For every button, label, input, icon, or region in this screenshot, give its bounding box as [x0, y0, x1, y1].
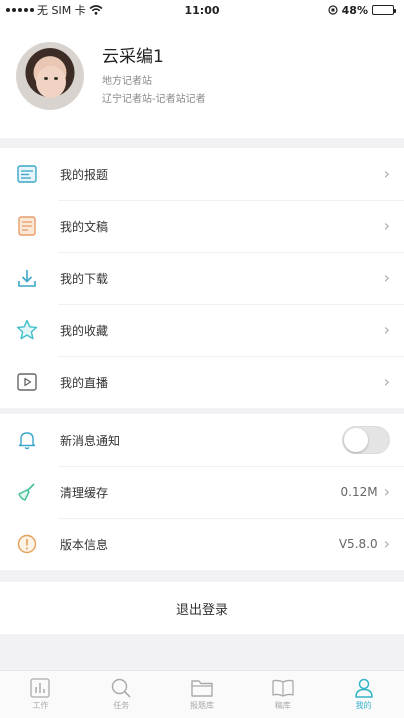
chevron-right-icon: › [383, 320, 390, 339]
info-icon [16, 533, 38, 555]
cache-size: 0.12M [340, 485, 378, 499]
book-icon [271, 676, 295, 700]
tab-tasks[interactable]: 任务 [81, 671, 162, 718]
folder-icon [190, 676, 214, 700]
version-number: V5.8.0 [338, 537, 378, 551]
user-role: 辽宁记者站-记者站记者 [102, 94, 206, 105]
status-bar: 无 SIM 卡 11:00 48% [0, 0, 404, 20]
tab-label: 我的 [355, 701, 372, 710]
menu-item-notifications: 新消息通知 [0, 414, 404, 466]
signal-icon [6, 8, 34, 12]
tab-mine[interactable]: 我的 [323, 671, 404, 718]
menu-label: 我的文稿 [60, 219, 109, 234]
wifi-icon [89, 5, 103, 15]
profile-header[interactable]: 云采编1 地方记者站 辽宁记者站-记者站记者 [0, 20, 404, 138]
tab-bar: 工作 任务 报题库 稿库 我的 [0, 670, 404, 718]
menu-item-my-live[interactable]: 我的直播 › [0, 356, 404, 408]
tab-label: 任务 [113, 701, 130, 710]
user-name: 云采编1 [102, 47, 164, 67]
menu-label: 我的收藏 [60, 323, 109, 338]
tab-work[interactable]: 工作 [0, 671, 81, 718]
toggle-knob [344, 428, 368, 452]
download-icon [16, 267, 38, 289]
bell-icon [16, 429, 38, 451]
star-icon [16, 319, 38, 341]
menu-label: 我的直播 [60, 375, 109, 390]
topic-icon [16, 163, 38, 185]
chevron-right-icon: › [383, 216, 390, 235]
tab-label: 工作 [32, 701, 49, 710]
search-icon [110, 676, 132, 700]
user-icon [353, 676, 375, 700]
logout-button[interactable]: 退出登录 [0, 582, 404, 634]
tab-manuscript-library[interactable]: 稿库 [242, 671, 323, 718]
menu-item-my-topics[interactable]: 我的报题 › [0, 148, 404, 200]
settings-menu: 新消息通知 清理缓存 0.12M › 版本信息 V5.8.0 › [0, 414, 404, 570]
broom-icon [16, 481, 38, 503]
battery-icon [372, 5, 396, 15]
primary-menu: 我的报题 › 我的文稿 › 我的下载 › 我的收藏 › 我的直播 › [0, 148, 404, 408]
menu-item-clear-cache[interactable]: 清理缓存 0.12M › [0, 466, 404, 518]
carrier-label: 无 SIM 卡 [37, 4, 86, 17]
tab-topic-library[interactable]: 报题库 [162, 671, 243, 718]
avatar[interactable] [16, 42, 84, 110]
chevron-right-icon: › [383, 534, 390, 553]
chevron-right-icon: › [383, 372, 390, 391]
menu-item-my-favorites[interactable]: 我的收藏 › [0, 304, 404, 356]
tab-label: 报题库 [189, 701, 214, 710]
notification-toggle[interactable] [342, 426, 390, 454]
orientation-lock-icon [328, 5, 338, 15]
tab-label: 稿库 [274, 701, 291, 710]
user-organization: 地方记者站 [102, 76, 152, 87]
menu-item-my-downloads[interactable]: 我的下载 › [0, 252, 404, 304]
menu-label: 我的下载 [60, 271, 109, 286]
battery-percent: 48% [341, 3, 368, 17]
menu-item-my-manuscripts[interactable]: 我的文稿 › [0, 200, 404, 252]
menu-label: 清理缓存 [60, 485, 109, 500]
document-icon [16, 215, 38, 237]
chart-icon [29, 676, 51, 700]
chevron-right-icon: › [383, 482, 390, 501]
menu-item-version-info[interactable]: 版本信息 V5.8.0 › [0, 518, 404, 570]
live-icon [16, 371, 38, 393]
chevron-right-icon: › [383, 268, 390, 287]
menu-label: 版本信息 [60, 537, 109, 552]
chevron-right-icon: › [383, 164, 390, 183]
menu-label: 新消息通知 [60, 433, 121, 448]
menu-label: 我的报题 [60, 167, 109, 182]
